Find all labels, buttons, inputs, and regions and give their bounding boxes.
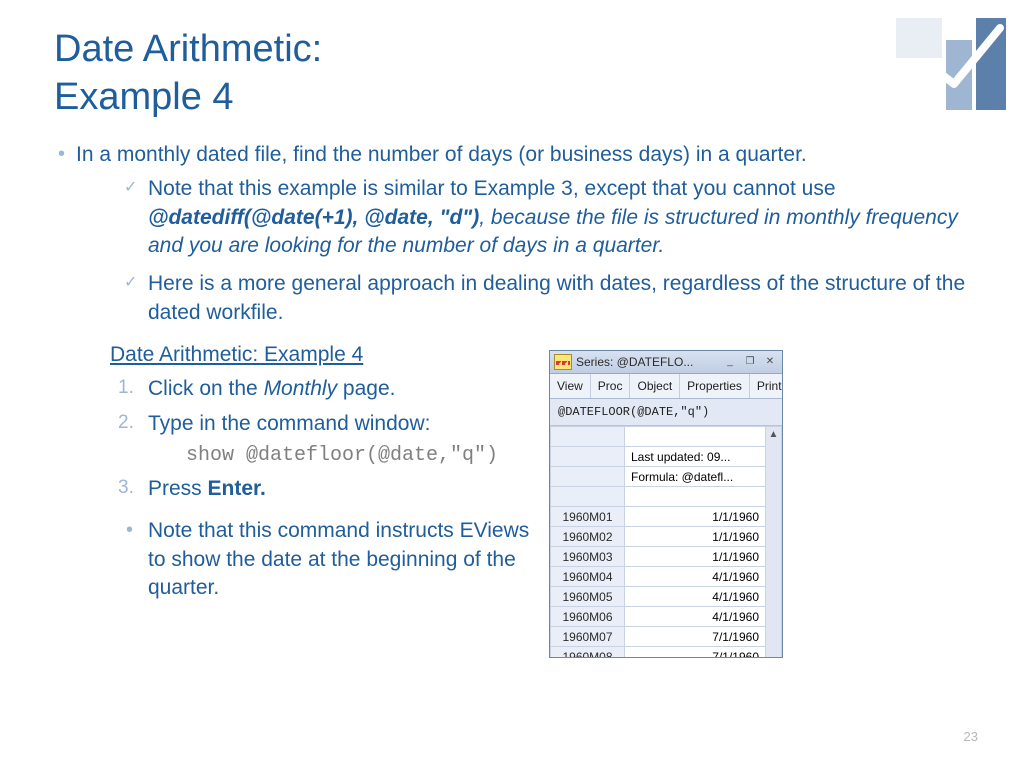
title-line-1: Date Arithmetic: xyxy=(54,28,322,70)
vertical-scrollbar[interactable]: ▲ xyxy=(766,427,782,658)
bullet-main-text: In a monthly dated file, find the number… xyxy=(76,143,807,166)
value-cell: 7/1/1960 xyxy=(625,647,766,658)
eviews-titlebar[interactable]: Series: @DATEFLO... _ ❐ ✕ xyxy=(550,351,782,374)
step-1: Click on the Monthly page. xyxy=(110,375,530,403)
eviews-grid: ▲ Last updated: 09... Formula: @datefl..… xyxy=(550,426,782,658)
grid-meta-row: Last updated: 09... xyxy=(551,447,782,467)
maximize-button[interactable]: ❐ xyxy=(742,355,758,369)
title-line-2: Example 4 xyxy=(54,76,234,118)
eviews-window: Series: @DATEFLO... _ ❐ ✕ View Proc Obje… xyxy=(549,350,783,658)
table-row: 1960M087/1/1960 xyxy=(551,647,782,658)
sub1-pre: Note that this example is similar to Exa… xyxy=(148,177,836,200)
step-2: Type in the command window: show @datefl… xyxy=(110,410,530,469)
table-row: 1960M044/1/1960 xyxy=(551,567,782,587)
logo-icon xyxy=(896,18,1006,110)
sub-bullets: Note that this example is similar to Exa… xyxy=(122,175,978,327)
grid-blank-row: ▲ xyxy=(551,427,782,447)
value-cell: 1/1/1960 xyxy=(625,547,766,567)
steps-area: Date Arithmetic: Example 4 Click on the … xyxy=(110,341,530,602)
step-note-list: Note that this command instructs EViews … xyxy=(110,517,530,602)
tab-proc[interactable]: Proc xyxy=(591,374,631,398)
meta-formula: Formula: @datefl... xyxy=(625,467,766,487)
step3-bold: Enter. xyxy=(208,477,266,500)
step1-em: Monthly xyxy=(264,377,338,400)
value-cell: 7/1/1960 xyxy=(625,627,766,647)
tab-object[interactable]: Object xyxy=(630,374,680,398)
slide: Date Arithmetic: Example 4 In a monthly … xyxy=(0,0,1024,768)
step1-pre: Click on the xyxy=(148,377,264,400)
step3-pre: Press xyxy=(148,477,208,500)
steps-heading: Date Arithmetic: Example 4 xyxy=(110,341,530,369)
step1-post: page. xyxy=(337,377,395,400)
value-cell: 1/1/1960 xyxy=(625,507,766,527)
period-cell: 1960M06 xyxy=(551,607,625,627)
tab-view[interactable]: View xyxy=(550,374,591,398)
main-bullets: In a monthly dated file, find the number… xyxy=(54,141,978,327)
table-row: 1960M054/1/1960 xyxy=(551,587,782,607)
table-row: 1960M031/1/1960 xyxy=(551,547,782,567)
value-cell: 1/1/1960 xyxy=(625,527,766,547)
period-cell: 1960M02 xyxy=(551,527,625,547)
step2-code: show @datefloor(@date,"q") xyxy=(186,442,530,469)
tab-print[interactable]: Print xyxy=(750,374,783,398)
scroll-up-icon[interactable]: ▲ xyxy=(766,427,781,443)
bullet-main: In a monthly dated file, find the number… xyxy=(54,141,978,327)
period-cell: 1960M05 xyxy=(551,587,625,607)
period-cell: 1960M07 xyxy=(551,627,625,647)
table-row: 1960M021/1/1960 xyxy=(551,527,782,547)
slide-title: Date Arithmetic: Example 4 xyxy=(54,26,978,121)
minimize-button[interactable]: _ xyxy=(722,355,738,369)
period-cell: 1960M03 xyxy=(551,547,625,567)
formula-bar: @DATEFLOOR(@DATE,"q") xyxy=(550,399,782,426)
steps-list: Click on the Monthly page. Type in the c… xyxy=(110,375,530,503)
period-cell: 1960M01 xyxy=(551,507,625,527)
tab-properties[interactable]: Properties xyxy=(680,374,750,398)
period-cell: 1960M08 xyxy=(551,647,625,658)
window-title: Series: @DATEFLO... xyxy=(576,354,718,370)
sub1-code: @datediff(@date(+1), @date, "d") xyxy=(148,206,479,229)
step2-text: Type in the command window: xyxy=(148,412,430,435)
series-icon xyxy=(554,354,572,370)
meta-last-updated: Last updated: 09... xyxy=(625,447,766,467)
value-cell: 4/1/1960 xyxy=(625,587,766,607)
period-cell: 1960M04 xyxy=(551,567,625,587)
value-cell: 4/1/1960 xyxy=(625,607,766,627)
grid-blank-row xyxy=(551,487,782,507)
sub-bullet-1: Note that this example is similar to Exa… xyxy=(122,175,978,260)
table-row: 1960M077/1/1960 xyxy=(551,627,782,647)
table-row: 1960M064/1/1960 xyxy=(551,607,782,627)
table-row: 1960M011/1/1960 xyxy=(551,507,782,527)
step-3: Press Enter. xyxy=(110,475,530,503)
step-note: Note that this command instructs EViews … xyxy=(110,517,530,602)
close-button[interactable]: ✕ xyxy=(762,355,778,369)
value-cell: 4/1/1960 xyxy=(625,567,766,587)
sub-bullet-2: Here is a more general approach in deali… xyxy=(122,270,978,327)
grid-meta-row: Formula: @datefl... xyxy=(551,467,782,487)
eviews-tabs: View Proc Object Properties Print xyxy=(550,374,782,399)
page-number: 23 xyxy=(964,728,978,746)
